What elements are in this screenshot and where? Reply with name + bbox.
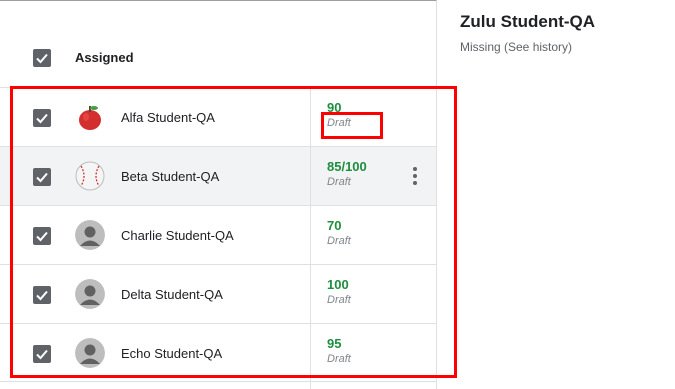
- detail-status-link[interactable]: Missing (See history): [460, 40, 572, 54]
- detail-student-name: Zulu Student-QA: [460, 12, 596, 31]
- annotation-highlight-box: [10, 86, 457, 378]
- column-divider: [310, 382, 311, 389]
- annotation-draft-box: [321, 112, 383, 139]
- check-icon: [36, 53, 48, 64]
- student-detail-panel: Zulu Student-QA Missing (See history): [438, 0, 675, 389]
- assigned-header: Assigned: [75, 50, 134, 65]
- list-bottom-edge: [0, 381, 436, 389]
- select-all-checkbox[interactable]: [33, 49, 51, 67]
- list-header: Assigned: [0, 1, 436, 87]
